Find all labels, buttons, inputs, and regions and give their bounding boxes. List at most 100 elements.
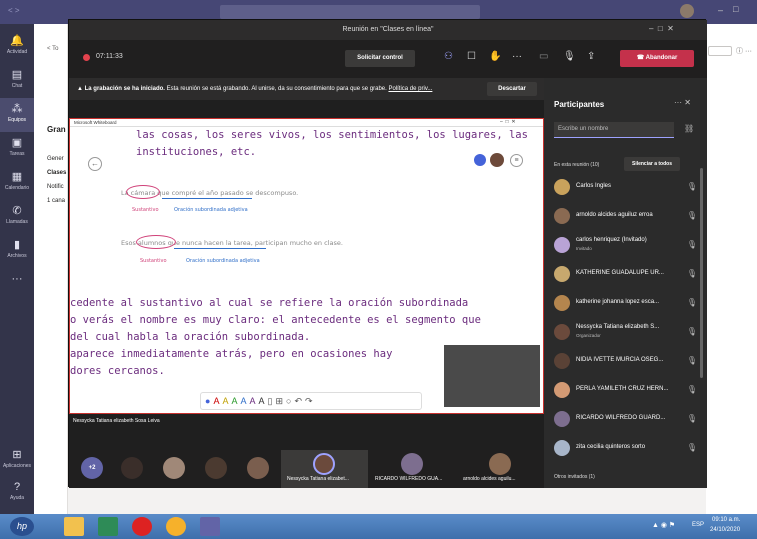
mic-off-icon[interactable]: 🎙 [563, 51, 576, 62]
participant-role: Organizador [576, 333, 601, 338]
info-icon[interactable]: ⓘ ··· [736, 46, 752, 56]
redo-icon[interactable]: ↷ [305, 396, 316, 406]
start-button[interactable]: hp [10, 517, 34, 536]
tray-icons[interactable]: ▲ ◉ ⚑ [652, 521, 675, 529]
participant-row[interactable]: zita cecilia quinteros sorto 🎙 [544, 437, 707, 461]
avatar [313, 453, 335, 475]
participant-row[interactable]: Carlos Ingles 🎙 [544, 176, 707, 200]
assignments-icon: ▣ [11, 137, 23, 149]
rail-teams[interactable]: ⁂ Equipos [0, 98, 34, 132]
search-input[interactable]: Escribe un nombre [554, 122, 674, 138]
avatar [489, 453, 511, 475]
minimize-icon[interactable]: – [718, 5, 723, 15]
undo-icon[interactable]: ↶ [294, 396, 305, 406]
participant-row[interactable]: katherine johanna lopez esca... 🎙 [544, 292, 707, 316]
participant-row[interactable]: carlos henriquez (Invitado) Invitado 🎙 [544, 234, 707, 258]
media-icon[interactable] [98, 517, 118, 536]
camera-off-icon[interactable]: ▭ [539, 51, 548, 62]
participant-role: Invitado [576, 246, 592, 251]
panel-controls-icon[interactable]: ··· ✕ [674, 98, 691, 107]
participants-icon[interactable]: ⚇ [444, 51, 453, 62]
channel-item[interactable]: Gener [47, 156, 64, 162]
back-arrow-icon[interactable]: ← [88, 157, 102, 171]
participant-video [163, 457, 185, 479]
label-clause: Oración subordinada adjetiva [186, 258, 260, 264]
teams-icon[interactable] [200, 517, 220, 536]
file-explorer-icon[interactable] [64, 517, 84, 536]
in-meeting-header: En esta reunión (10) [554, 162, 600, 168]
maximize-icon[interactable]: □ [733, 4, 738, 14]
leave-button[interactable]: ☎ Abandonar [620, 50, 694, 67]
dropdown[interactable] [708, 46, 732, 56]
share-screen-icon[interactable]: ⇪ [587, 51, 595, 62]
rail-calls[interactable]: ✆ Llamadas [0, 200, 34, 234]
rail-assignments[interactable]: ▣ Tareas [0, 132, 34, 166]
participant-name: arnoldo alcides aguiluz erroa [576, 212, 653, 218]
windows-taskbar: hp ▲ ◉ ⚑ ESP 09:10 a.m. 24/10/2020 [0, 514, 757, 539]
underline [162, 198, 252, 199]
back-arrow-icon[interactable]: < > [8, 6, 20, 15]
channel-item[interactable]: 1 cana [47, 198, 65, 204]
whiteboard-text: las cosas, los seres vivos, los sentimie… [136, 129, 528, 141]
phone-hangup-icon: ☎ [636, 55, 646, 61]
app-rail: 🔔 Actividad ▤ Chat ⁂ Equipos ▣ Tareas ▦ Calen… [0, 24, 34, 514]
pen-toolbar[interactable]: ●AAAAAA▯⊞○↶↷ [200, 392, 422, 410]
avatar [474, 154, 486, 166]
opera-icon[interactable] [132, 517, 152, 536]
participant-row[interactable]: RICARDO WILFREDO GUARD... 🎙 [544, 408, 707, 432]
request-control-button[interactable]: Solicitar control [345, 50, 415, 67]
participant-row[interactable]: Nessycka Tatiana elizabeth S... Organizad… [544, 321, 707, 345]
rail-more[interactable]: ··· [0, 268, 34, 302]
language-indicator[interactable]: ESP [692, 522, 704, 528]
mic-icon: 🎙 [686, 240, 697, 249]
mic-icon: 🎙 [686, 211, 697, 220]
pen-icon[interactable]: A [250, 396, 259, 406]
channel-item[interactable]: Notific [47, 184, 64, 190]
panel-title: Participantes [554, 100, 605, 109]
back-link[interactable]: < To [47, 46, 58, 52]
rail-apps[interactable]: ⊞ Aplicaciones [0, 444, 34, 478]
rail-files[interactable]: ▮ Archivos [0, 234, 34, 268]
ruler-icon[interactable]: ⊞ [275, 396, 286, 406]
clock-date[interactable]: 24/10/2020 [710, 527, 740, 533]
clock-time[interactable]: 09:10 a.m. [712, 517, 740, 523]
dismiss-button[interactable]: Descartar [487, 82, 537, 96]
participants-panel: Participantes ··· ✕ Escribe un nombre ⛓ … [544, 78, 707, 488]
search-bar[interactable] [220, 5, 480, 19]
participant-row[interactable]: KATHERINE GUADALUPE UR... 🎙 [544, 263, 707, 287]
mute-all-button[interactable]: Silenciar a todos [624, 157, 680, 171]
chat-icon[interactable]: ☐ [467, 51, 476, 62]
chrome-icon[interactable] [166, 517, 186, 536]
more-options-icon[interactable]: ··· [512, 51, 522, 62]
whiteboard-window-controls-icon[interactable]: – □ ✕ [500, 119, 516, 125]
help-icon: ? [13, 481, 21, 493]
scrollbar[interactable] [700, 168, 703, 378]
window-controls-icon[interactable]: – □ ✕ [649, 24, 674, 33]
avatar [554, 382, 570, 398]
link-icon[interactable]: ⛓ [684, 124, 694, 133]
participant-name: carlos henriquez (Invitado) [576, 237, 647, 243]
label-noun: Sustantivo [132, 207, 159, 213]
rail-chat[interactable]: ▤ Chat [0, 64, 34, 98]
avatar [554, 179, 570, 195]
participant-tile: RICARDO WILFREDO GUA... [369, 450, 456, 488]
pen-icon[interactable]: A [259, 396, 268, 406]
raise-hand-icon[interactable]: ✋ [489, 51, 501, 62]
overflow-participants-button[interactable]: +2 [81, 457, 103, 479]
rail-calendar[interactable]: ▦ Calendario [0, 166, 34, 200]
channel-item[interactable]: Clases [47, 170, 66, 176]
avatar[interactable] [680, 4, 694, 18]
label-noun: Sustantivo [140, 258, 167, 264]
participant-row[interactable]: arnoldo alcides aguiluz erroa 🎙 [544, 205, 707, 229]
participant-row[interactable]: PERLA YAMILETH CRUZ HERN... 🎙 [544, 379, 707, 403]
participant-name: Carlos Ingles [576, 183, 612, 189]
whiteboard-text: cedente al sustantivo al cual se refiere… [70, 297, 469, 309]
files-icon: ▮ [13, 239, 21, 251]
meeting-timer: 07:11:33 [96, 53, 123, 60]
privacy-link[interactable]: Política de priv... [388, 86, 432, 92]
rail-activity[interactable]: 🔔 Actividad [0, 30, 34, 64]
participant-row[interactable]: NIDIA IVETTE MURCIA OSEG... 🎙 [544, 350, 707, 374]
rail-help[interactable]: ? Ayuda [0, 476, 34, 510]
pen-icon[interactable]: A [240, 396, 249, 406]
menu-icon[interactable]: ≡ [510, 154, 523, 167]
